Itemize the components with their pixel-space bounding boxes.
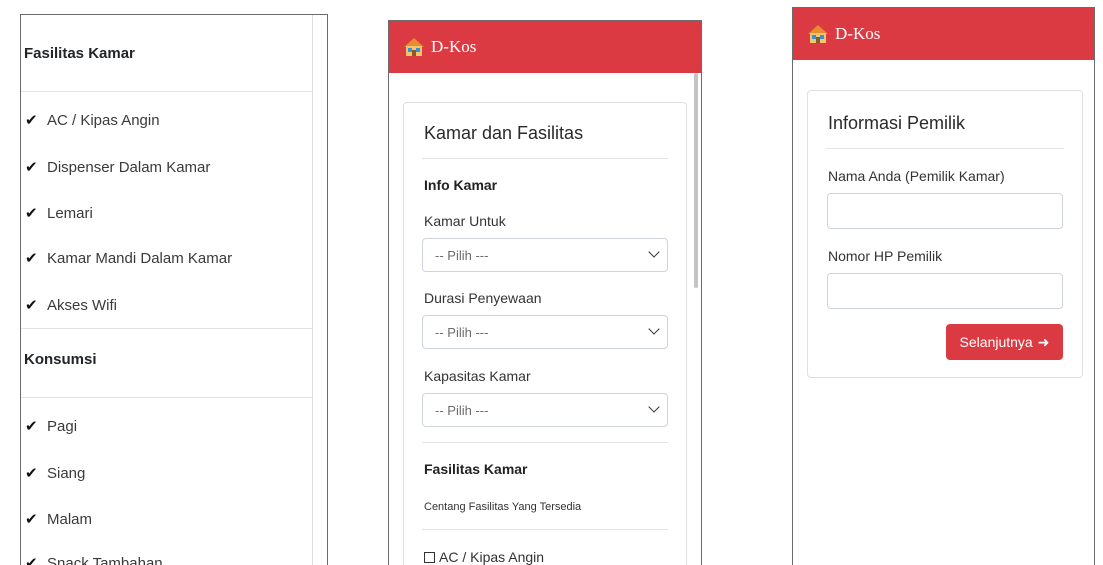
form-card: Kamar dan Fasilitas Info Kamar Kamar Unt… (403, 102, 687, 565)
fasilitas-kamar-heading: Fasilitas Kamar (424, 461, 528, 477)
check-icon: ✔ (25, 205, 38, 222)
facility-item-label: AC / Kipas Angin (47, 111, 160, 129)
facility-summary-panel: Fasilitas Kamar ✔ AC / Kipas Angin ✔ Dis… (20, 14, 328, 565)
chevron-down-icon (648, 401, 660, 413)
divider (21, 328, 313, 329)
divider (422, 529, 668, 530)
facility-checkbox-label: AC / Kipas Angin (439, 549, 545, 565)
scrollbar[interactable] (312, 15, 313, 565)
arrow-right-icon: ➜ (1037, 333, 1050, 350)
check-icon: ✔ (25, 112, 38, 129)
card-title: Informasi Pemilik (828, 113, 966, 133)
house-icon (808, 25, 828, 43)
navbar: D-Kos (389, 21, 701, 73)
facility-item: ✔ Dispenser Dalam Kamar (25, 158, 211, 177)
konsumsi-item-label: Snack Tambahan (47, 554, 163, 565)
facility-item-label: Lemari (47, 204, 93, 222)
room-facility-form-screen: D-Kos Kamar dan Fasilitas Info Kamar Kam… (388, 20, 702, 565)
scrollbar-thumb[interactable] (694, 73, 698, 288)
kapasitas-select-value: -- Pilih --- (435, 402, 489, 418)
info-kamar-heading: Info Kamar (424, 177, 498, 193)
konsumsi-item: ✔ Snack Tambahan (25, 554, 163, 565)
nama-input[interactable] (827, 193, 1063, 229)
hp-label: Nomor HP Pemilik (828, 248, 943, 264)
hp-input[interactable] (827, 273, 1063, 309)
durasi-select[interactable]: -- Pilih --- (422, 315, 668, 349)
kamar-untuk-select[interactable]: -- Pilih --- (422, 238, 668, 272)
konsumsi-item: ✔ Pagi (25, 417, 78, 436)
divider (826, 148, 1064, 149)
check-icon: ✔ (25, 555, 38, 565)
check-icon: ✔ (25, 418, 38, 435)
chevron-down-icon (648, 246, 660, 258)
navbar: D-Kos (793, 8, 1094, 60)
brand-name[interactable]: D-Kos (431, 37, 476, 57)
kamar-untuk-label: Kamar Untuk (424, 213, 506, 229)
next-button-label: Selanjutnya (959, 334, 1033, 350)
fasilitas-hint: Centang Fasilitas Yang Tersedia (424, 501, 582, 513)
check-icon: ✔ (25, 465, 38, 482)
owner-info-screen: D-Kos Informasi Pemilik Nama Anda (Pemil… (792, 7, 1095, 565)
fasilitas-kamar-heading: Fasilitas Kamar (24, 45, 135, 62)
facility-item: ✔ AC / Kipas Angin (25, 111, 160, 130)
nama-label: Nama Anda (Pemilik Kamar) (828, 168, 1005, 184)
facility-item: ✔ Kamar Mandi Dalam Kamar (25, 249, 233, 268)
check-icon: ✔ (25, 250, 38, 267)
durasi-select-value: -- Pilih --- (435, 324, 489, 340)
kamar-untuk-select-value: -- Pilih --- (435, 247, 489, 263)
divider (21, 91, 313, 92)
facility-item: ✔ Akses Wifi (25, 296, 118, 315)
checkbox[interactable] (424, 551, 435, 563)
konsumsi-item-label: Siang (47, 464, 86, 482)
house-icon (404, 38, 424, 56)
facility-checkbox-ac[interactable]: AC / Kipas Angin (424, 549, 544, 565)
konsumsi-item: ✔ Malam (25, 510, 93, 529)
konsumsi-heading: Konsumsi (24, 351, 97, 368)
next-button[interactable]: Selanjutnya ➜ (946, 324, 1063, 360)
divider (422, 442, 668, 443)
facility-item-label: Dispenser Dalam Kamar (47, 158, 211, 176)
konsumsi-item-label: Malam (47, 510, 93, 528)
check-icon: ✔ (25, 511, 38, 528)
card-title: Kamar dan Fasilitas (424, 123, 584, 143)
facility-item: ✔ Lemari (25, 204, 93, 223)
divider (21, 397, 313, 398)
chevron-down-icon (648, 323, 660, 335)
kapasitas-label: Kapasitas Kamar (424, 368, 531, 384)
konsumsi-item-label: Pagi (47, 417, 78, 435)
check-icon: ✔ (25, 159, 38, 176)
divider (422, 158, 668, 159)
konsumsi-item: ✔ Siang (25, 464, 86, 483)
durasi-label: Durasi Penyewaan (424, 290, 542, 306)
kapasitas-select[interactable]: -- Pilih --- (422, 393, 668, 427)
brand-name[interactable]: D-Kos (835, 24, 880, 44)
facility-item-label: Kamar Mandi Dalam Kamar (47, 249, 233, 267)
check-icon: ✔ (25, 297, 38, 314)
facility-item-label: Akses Wifi (47, 296, 118, 314)
owner-form-card: Informasi Pemilik Nama Anda (Pemilik Kam… (807, 90, 1083, 378)
